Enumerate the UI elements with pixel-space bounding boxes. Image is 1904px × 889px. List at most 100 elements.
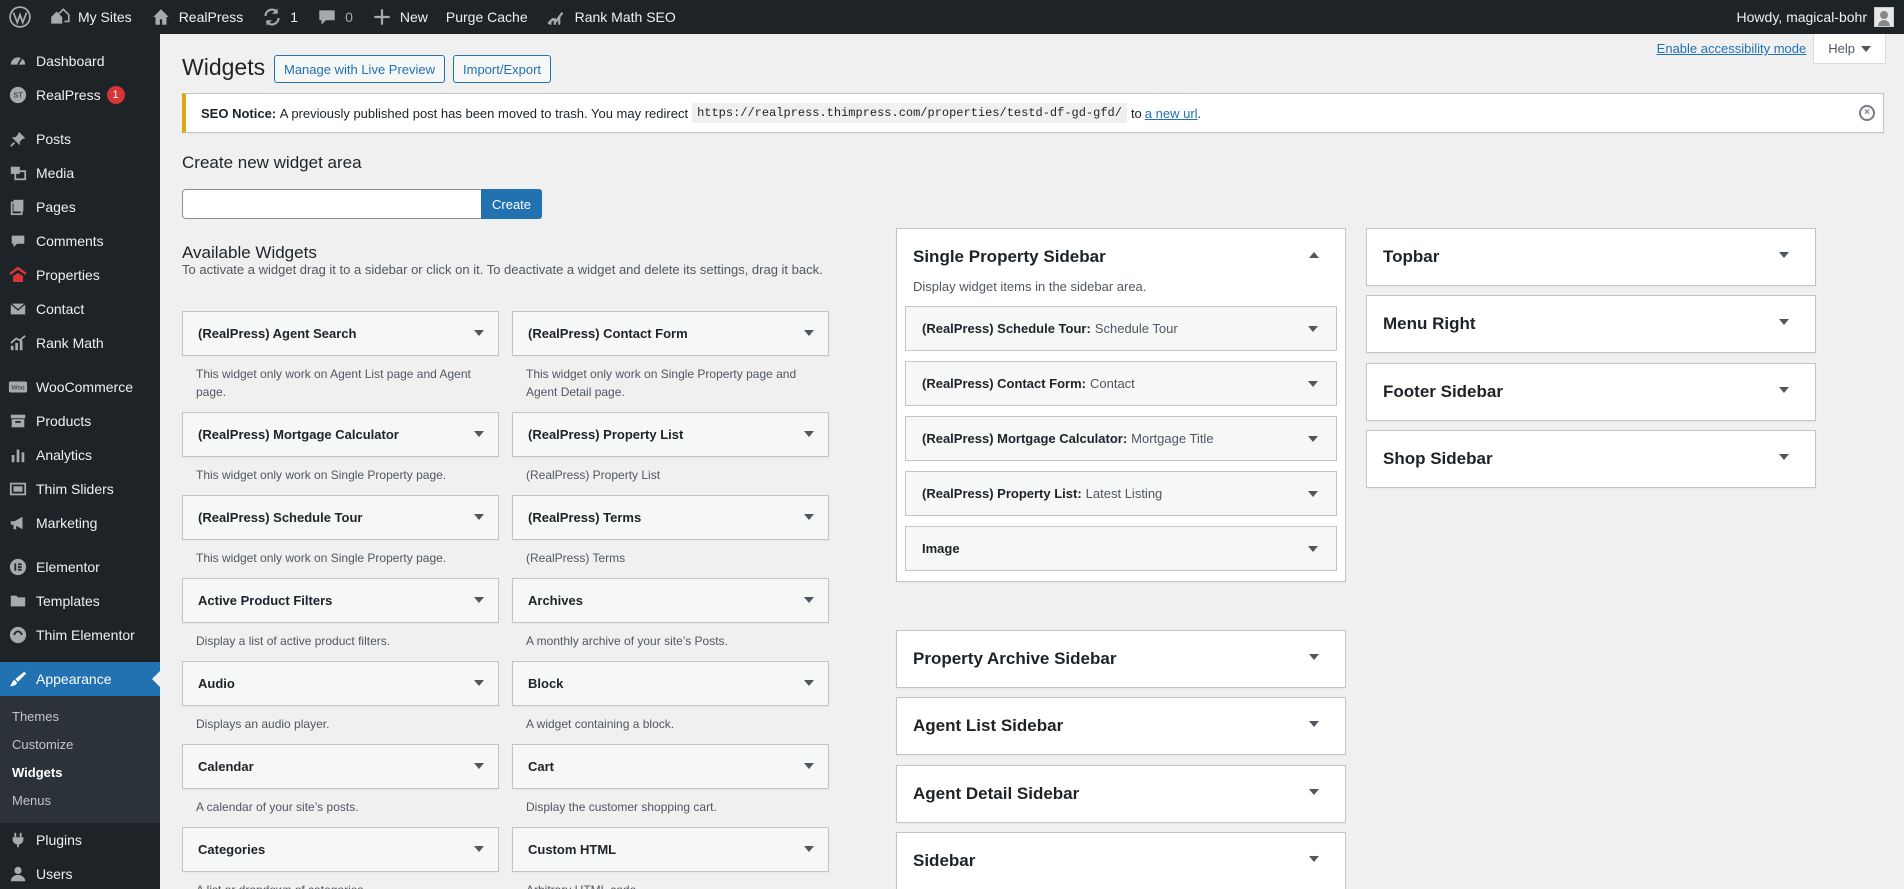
menu-thim-sliders-label: Thim Sliders	[36, 481, 114, 497]
menu-posts-label: Posts	[36, 131, 72, 147]
submenu-menus[interactable]: Menus	[0, 787, 160, 815]
widget-item[interactable]: Calendar	[182, 744, 499, 789]
updates-menu[interactable]: 1	[252, 0, 307, 34]
menu-pages[interactable]: Pages	[0, 190, 160, 224]
menu-comments[interactable]: Comments	[0, 224, 160, 258]
widget-name: (RealPress) Contact Form	[528, 326, 688, 341]
slides-icon	[0, 480, 36, 498]
menu-users[interactable]: Users	[0, 857, 160, 889]
new-url-link[interactable]: a new url	[1145, 106, 1198, 121]
widget-name: (RealPress) Property List	[528, 427, 684, 442]
sidebar-header[interactable]: Agent Detail Sidebar	[897, 766, 1345, 822]
widget-name: Cart	[528, 759, 555, 774]
widget-item[interactable]: Archives	[512, 578, 829, 623]
menu-dashboard[interactable]: Dashboard	[0, 44, 160, 78]
submenu-widgets[interactable]: Widgets	[0, 759, 160, 787]
chevron-down-icon	[1779, 387, 1789, 393]
widget-item[interactable]: (RealPress) Schedule Tour	[182, 495, 499, 540]
widget-description: A list or dropdown of categories.	[196, 881, 496, 889]
sidebar-header[interactable]: Property Archive Sidebar	[897, 631, 1345, 687]
widget-item[interactable]: Cart	[512, 744, 829, 789]
purge-cache-menu[interactable]: Purge Cache	[437, 0, 537, 34]
widget-area-name-input[interactable]	[182, 189, 482, 219]
widget-item[interactable]: (RealPress) Mortgage Calculator	[182, 412, 499, 457]
plug-icon	[0, 831, 36, 849]
submenu-themes[interactable]: Themes	[0, 703, 160, 731]
menu-realpress[interactable]: ST RealPress 1	[0, 78, 160, 112]
menu-properties[interactable]: Properties	[0, 258, 160, 292]
menu-analytics[interactable]: Analytics	[0, 438, 160, 472]
import-export-button[interactable]: Import/Export	[453, 55, 552, 83]
rank-math-label: Rank Math SEO	[574, 9, 676, 25]
my-account-menu[interactable]: Howdy, magical-bohr	[1728, 0, 1904, 34]
menu-media[interactable]: Media	[0, 156, 160, 190]
widget-item[interactable]: Audio	[182, 661, 499, 706]
rank-math-menu[interactable]: Rank Math SEO	[537, 0, 685, 34]
widget-item[interactable]: (RealPress) Terms	[512, 495, 829, 540]
widget-item[interactable]: Block	[512, 661, 829, 706]
property-archive-sidebar: Property Archive Sidebar	[896, 630, 1346, 688]
sidebar-header[interactable]: Single Property Sidebar	[897, 229, 1345, 285]
main-sidebar: Sidebar	[896, 832, 1346, 889]
sidebar-header[interactable]: Menu Right	[1367, 296, 1815, 352]
menu-marketing[interactable]: Marketing	[0, 506, 160, 540]
chevron-down-icon	[804, 680, 814, 686]
sidebar-header[interactable]: Footer Sidebar	[1367, 364, 1815, 420]
notice-text: A previously published post has been mov…	[279, 105, 689, 121]
submenu-customize[interactable]: Customize	[0, 731, 160, 759]
menu-rank-math[interactable]: Rank Math	[0, 326, 160, 360]
sidebar-header[interactable]: Agent List Sidebar	[897, 698, 1345, 754]
sidebar-header[interactable]: Shop Sidebar	[1367, 431, 1815, 487]
widget-description: Displays an audio player.	[196, 717, 330, 731]
widget-item[interactable]: (RealPress) Contact Form	[512, 311, 829, 356]
sidebar-header[interactable]: Sidebar	[897, 833, 1345, 889]
widget-description: This widget only work on Single Property…	[196, 468, 447, 482]
menu-thim-sliders[interactable]: Thim Sliders	[0, 472, 160, 506]
menu-products[interactable]: Products	[0, 404, 160, 438]
widget-description: This widget only work on Single Property…	[526, 367, 797, 399]
sidebar-widget-item[interactable]: (RealPress) Contact Form: Contact	[905, 361, 1337, 406]
topbar-sidebar: Topbar	[1366, 228, 1816, 286]
chevron-down-icon	[474, 763, 484, 769]
sidebar-widget-item[interactable]: (RealPress) Property List: Latest Listin…	[905, 471, 1337, 516]
site-name-menu[interactable]: RealPress	[141, 0, 253, 34]
sidebar-widget-item[interactable]: Image	[905, 526, 1337, 571]
widget-item[interactable]: Active Product Filters	[182, 578, 499, 623]
sidebar-widget-item[interactable]: (RealPress) Mortgage Calculator: Mortgag…	[905, 416, 1337, 461]
chevron-down-icon	[804, 514, 814, 520]
my-sites-menu[interactable]: My Sites	[40, 0, 141, 34]
sidebar-widget-item[interactable]: (RealPress) Schedule Tour: Schedule Tour	[905, 306, 1337, 351]
seo-notice: SEO Notice: A previously published post …	[182, 93, 1884, 133]
dismiss-notice-icon[interactable]: ×	[1859, 105, 1875, 121]
sidebar-header[interactable]: Topbar	[1367, 229, 1815, 285]
thim-elementor-icon	[0, 626, 36, 644]
manage-live-preview-button[interactable]: Manage with Live Preview	[274, 55, 446, 83]
chevron-down-icon	[1779, 454, 1789, 460]
widget-name: (RealPress) Contact Form:	[922, 376, 1086, 391]
wp-logo-menu[interactable]	[0, 0, 40, 34]
menu-woocommerce[interactable]: Woo WooCommerce	[0, 370, 160, 404]
sidebar-title: Agent Detail Sidebar	[913, 784, 1080, 803]
menu-templates[interactable]: Templates	[0, 584, 160, 618]
comments-count: 0	[345, 9, 353, 25]
comments-menu[interactable]: 0	[307, 0, 362, 34]
menu-appearance[interactable]: Appearance	[0, 662, 160, 696]
menu-elementor[interactable]: Elementor	[0, 550, 160, 584]
widget-name: Block	[528, 676, 564, 691]
menu-plugins[interactable]: Plugins	[0, 823, 160, 857]
menu-posts[interactable]: Posts	[0, 122, 160, 156]
menu-contact[interactable]: Contact	[0, 292, 160, 326]
widget-item[interactable]: Custom HTML	[512, 827, 829, 872]
chevron-down-icon	[1861, 45, 1871, 52]
new-content-menu[interactable]: New	[362, 0, 437, 34]
widget-name: Calendar	[198, 759, 254, 774]
menu-thim-elementor[interactable]: Thim Elementor	[0, 618, 160, 652]
widget-item[interactable]: Categories	[182, 827, 499, 872]
help-tab-button[interactable]: Help	[1813, 34, 1886, 64]
create-button[interactable]: Create	[481, 189, 543, 219]
widget-name: (RealPress) Property List:	[922, 486, 1082, 501]
chevron-down-icon	[474, 597, 484, 603]
accessibility-mode-link[interactable]: Enable accessibility mode	[1657, 41, 1807, 56]
widget-item[interactable]: (RealPress) Property List	[512, 412, 829, 457]
widget-item[interactable]: (RealPress) Agent Search	[182, 311, 499, 356]
